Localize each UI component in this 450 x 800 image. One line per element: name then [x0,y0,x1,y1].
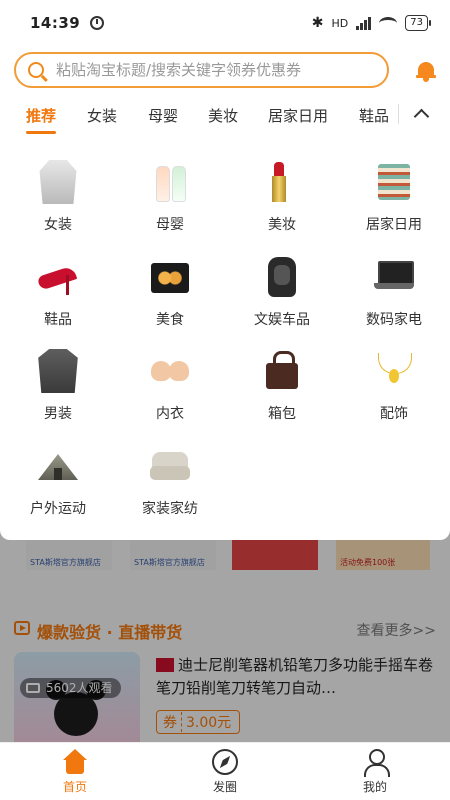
alarm-icon [90,16,105,30]
status-time: 14:39 [30,14,81,32]
category-label: 箱包 [268,406,296,422]
lipstick-icon [260,160,304,204]
car-seat-icon [260,255,304,299]
compass-icon [212,749,238,775]
signal-icon [356,16,372,30]
category-item[interactable]: 户外运动 [8,444,108,524]
search-icon [28,62,44,78]
tab-womens[interactable]: 女装 [87,105,117,126]
category-label: 美妆 [268,217,296,233]
category-item[interactable]: 箱包 [232,349,332,429]
tab-beauty[interactable]: 美妆 [208,105,238,126]
category-item[interactable]: 文娱车品 [232,255,332,335]
tab-home[interactable]: 居家日用 [268,105,328,126]
nav-home[interactable]: 首页 [35,749,115,795]
coat-icon [39,160,77,204]
baby-bottle-icon [148,160,192,204]
category-item[interactable]: 美食 [120,255,220,335]
necklace-icon [372,349,416,393]
category-item[interactable]: 家装家纺 [120,444,220,524]
bra-icon [148,349,192,393]
category-tabs: 推荐 女装 母婴 美妆 居家日用 鞋品 [0,96,450,134]
category-label: 居家日用 [366,217,422,233]
category-label: 户外运动 [30,501,86,517]
network-type-label: HD [331,16,349,30]
bowls-icon [372,160,416,204]
category-item[interactable]: 鞋品 [8,255,108,335]
user-icon [362,749,390,777]
category-label: 女装 [44,217,72,233]
category-label: 男装 [44,406,72,422]
wifi-icon [379,16,398,30]
category-label: 家装家纺 [142,501,198,517]
category-item[interactable]: 配饰 [344,349,444,429]
jacket-icon [38,349,78,393]
nav-label: 首页 [62,780,87,794]
search-bar[interactable] [14,52,389,88]
nav-label: 发圈 [212,780,237,794]
sofa-icon [148,444,192,488]
category-label: 文娱车品 [254,312,310,328]
tab-divider [398,104,399,124]
tab-shoes[interactable]: 鞋品 [359,105,389,126]
tent-icon [36,444,80,488]
bottom-nav: 首页 发圈 我的 [0,742,450,800]
bluetooth-icon: ✱ [311,15,324,31]
tab-recommend[interactable]: 推荐 [26,105,57,134]
category-item[interactable]: 男装 [8,349,108,429]
tab-baby[interactable]: 母婴 [148,105,178,126]
high-heel-icon [36,255,80,299]
category-item[interactable]: 美妆 [232,160,332,240]
category-panel: 女装 母婴 美妆 居家日用 鞋品 美食 文娱车品 数码家电 男装 内衣 箱包 配… [0,134,450,540]
chevron-up-icon[interactable] [414,106,428,120]
category-item[interactable]: 内衣 [120,349,220,429]
category-item[interactable]: 母婴 [120,160,220,240]
nav-moments[interactable]: 发圈 [185,749,265,795]
header [0,46,450,96]
search-input[interactable] [56,61,366,79]
category-item[interactable]: 居家日用 [344,160,444,240]
laptop-icon [372,255,416,299]
food-box-icon [148,255,192,299]
status-bar: 14:39 ✱ HD 73 [0,0,450,46]
category-label: 鞋品 [44,312,72,328]
category-label: 母婴 [156,217,184,233]
bell-icon[interactable] [416,60,436,82]
battery-indicator: 73 [405,15,431,31]
nav-label: 我的 [362,780,387,794]
handbag-icon [260,349,304,393]
category-label: 数码家电 [366,312,422,328]
nav-profile[interactable]: 我的 [335,749,415,795]
category-item[interactable]: 数码家电 [344,255,444,335]
category-label: 配饰 [380,406,408,422]
category-label: 内衣 [156,406,184,422]
category-item[interactable]: 女装 [8,160,108,240]
home-icon [62,749,88,775]
category-label: 美食 [156,312,184,328]
